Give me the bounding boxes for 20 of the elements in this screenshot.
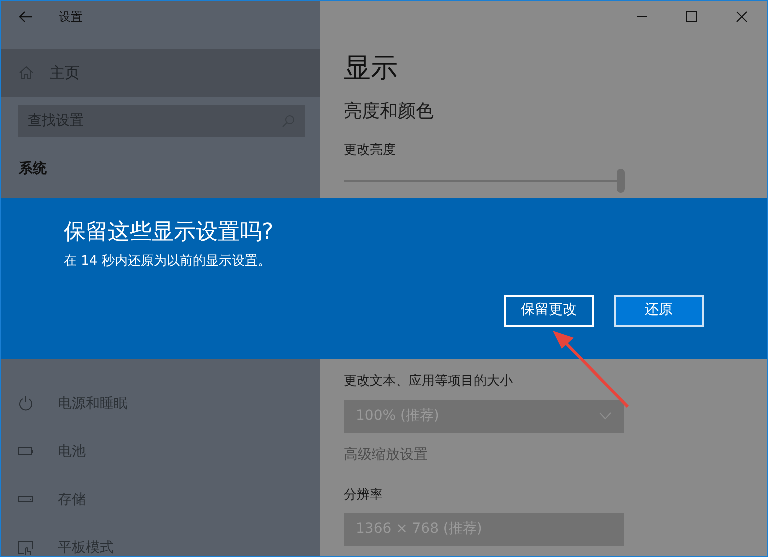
section-heading: 亮度和颜色 <box>344 100 435 124</box>
scale-label: 更改文本、应用等项目的大小 <box>344 373 514 391</box>
section-heading: 系统 <box>19 160 48 179</box>
chevron-down-icon <box>599 412 612 420</box>
brightness-slider[interactable] <box>344 168 628 192</box>
maximize-icon[interactable] <box>686 11 698 23</box>
window-title: 设置 <box>59 9 83 26</box>
close-icon[interactable] <box>736 11 748 23</box>
dialog-title: 保留这些显示设置吗? <box>64 220 275 246</box>
advanced-scaling-link[interactable]: 高级缩放设置 <box>344 444 428 466</box>
power-icon <box>18 396 34 412</box>
resolution-label: 分辨率 <box>344 486 384 504</box>
page-heading: 显示 <box>344 55 399 82</box>
back-icon[interactable] <box>19 11 33 23</box>
home-icon <box>19 66 34 80</box>
brightness-label: 更改亮度 <box>344 142 397 160</box>
tablet-icon <box>18 540 34 556</box>
dialog-button[interactable]: 还原 <box>614 294 704 327</box>
dialog-message: 在 14 秒内还原为以前的显示设置。 <box>64 253 272 272</box>
dialog-button[interactable]: 保留更改 <box>504 294 594 327</box>
